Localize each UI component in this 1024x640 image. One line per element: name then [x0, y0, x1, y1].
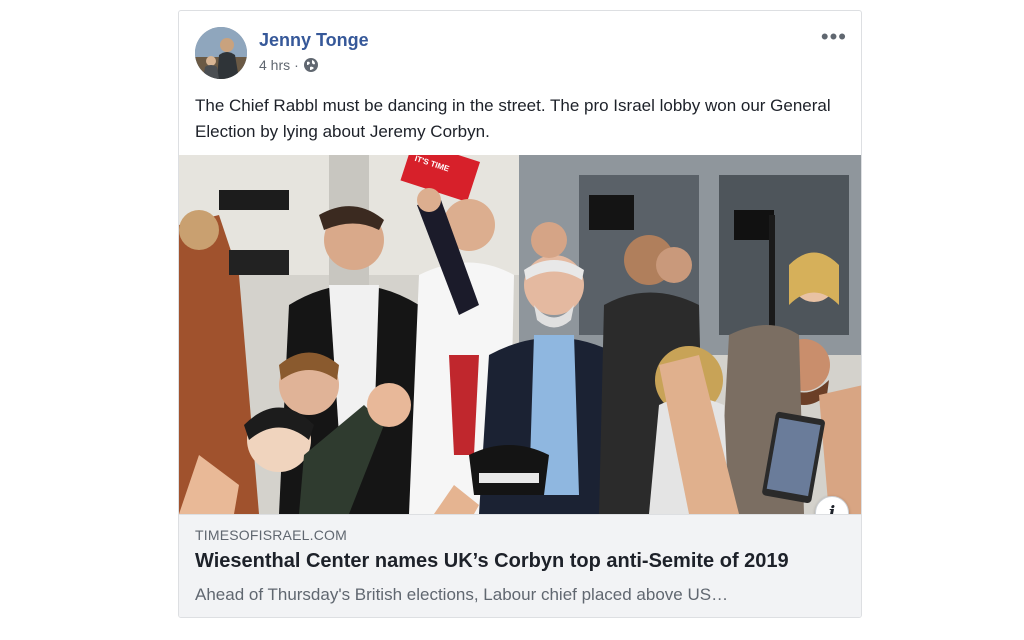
link-description: Ahead of Thursday's British elections, L… — [195, 585, 729, 604]
post-header: Jenny Tonge 4 hrs · ••• — [179, 11, 861, 91]
link-headline[interactable]: Wiesenthal Center names UK’s Corbyn top … — [195, 550, 845, 573]
link-domain: TIMESOFISRAEL.COM — [195, 527, 347, 543]
more-options-icon[interactable]: ••• — [821, 26, 847, 48]
meta-separator: · — [294, 57, 299, 73]
avatar-image — [195, 27, 247, 79]
post-text: The Chief Rabbl must be dancing in the s… — [195, 96, 831, 141]
post-image[interactable]: IT'S TIME i — [179, 155, 861, 514]
link-preview[interactable]: TIMESOFISRAEL.COM Wiesenthal Center name… — [179, 514, 861, 617]
facebook-post: Jenny Tonge 4 hrs · ••• The Chief Rabbl … — [178, 10, 862, 618]
author-name[interactable]: Jenny Tonge — [259, 30, 369, 51]
author-avatar[interactable] — [195, 27, 247, 79]
rally-photo: IT'S TIME — [179, 155, 861, 514]
post-timestamp[interactable]: 4 hrs — [259, 57, 290, 73]
post-meta: 4 hrs · — [259, 57, 319, 73]
globe-icon[interactable] — [303, 57, 319, 73]
